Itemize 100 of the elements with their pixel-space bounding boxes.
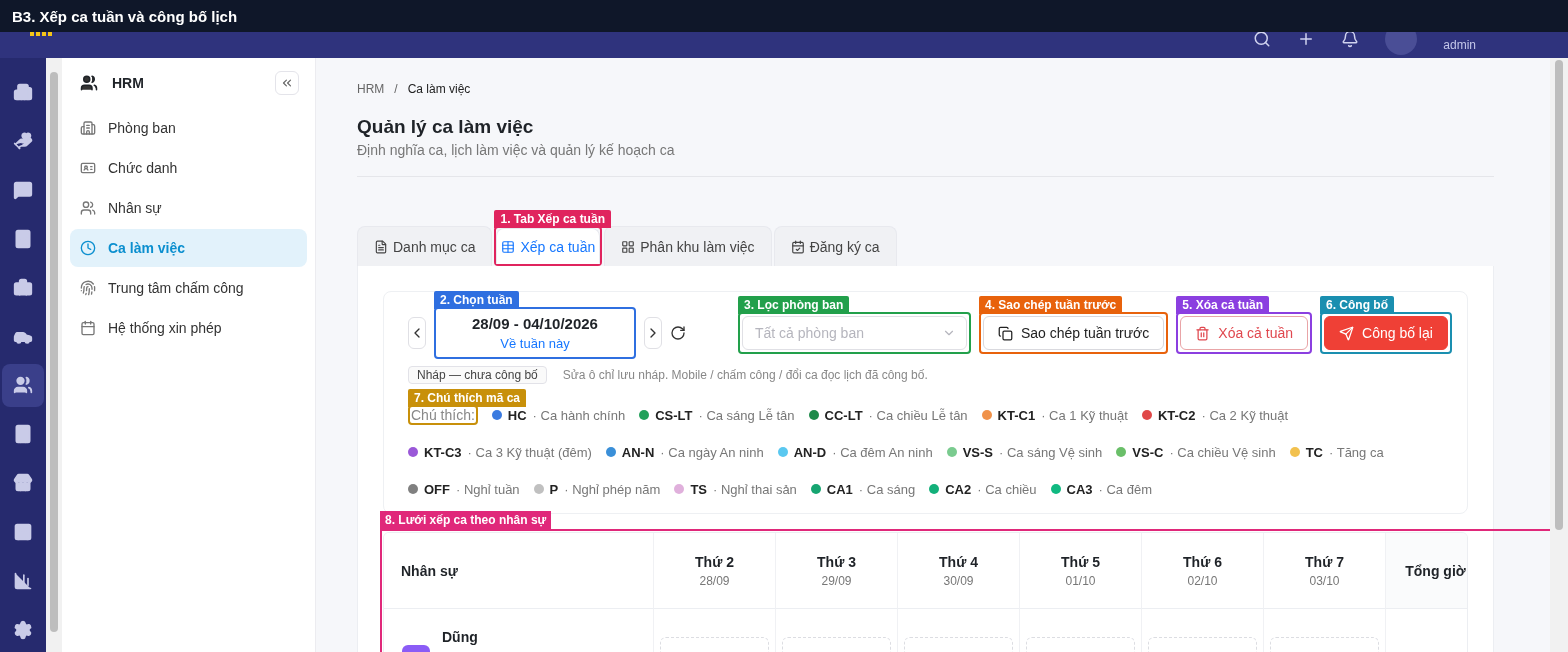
shift-code: CA1 (826, 481, 853, 497)
window-title: B3. Xếp ca tuần và công bố lịch (0, 0, 1568, 32)
tab[interactable]: Phân khu làm việc (604, 226, 772, 266)
shift-name: · Ca chiều Lễ tân (868, 407, 968, 423)
shift-code: VS-C (1132, 444, 1164, 460)
page-title: Quản lý ca làm việc (357, 116, 535, 138)
search-icon (1253, 32, 1272, 48)
annotation-label: 2. Chọn tuần (434, 291, 519, 309)
shift-code: TC (1305, 444, 1323, 460)
day-header: Thứ 7 03/10 (1264, 533, 1386, 609)
users-icon (80, 200, 96, 216)
breadcrumb-separator: / (394, 82, 398, 96)
clock-icon (80, 240, 96, 256)
refresh-icon (670, 325, 686, 341)
calendar-icon (80, 320, 96, 336)
shift-name: · Ca đêm (1098, 481, 1152, 497)
select-placeholder: Tất cả phòng ban (755, 325, 864, 341)
tab[interactable]: Đăng ký ca (773, 226, 897, 266)
page-subtitle: Định nghĩa ca, lịch làm việc và quản lý kế hoạch ca (357, 142, 676, 158)
previous-week-button[interactable] (408, 317, 426, 349)
column-header: Tổng giờ (1386, 533, 1467, 609)
id-card-icon (80, 160, 96, 176)
calendar-check-icon (790, 239, 805, 254)
day-header: Thứ 4 30/09 (898, 533, 1020, 609)
shift-name: · Ca 1 Kỹ thuật (1041, 407, 1128, 423)
shift-name: · Ca 3 Kỹ thuật (đêm) (467, 444, 592, 460)
annotation-label: 4. Sao chép tuần trước (979, 296, 1123, 314)
copy-icon (998, 325, 1013, 341)
sidebar-item[interactable]: Hệ thống xin phép (70, 309, 307, 347)
shift-name: · Ca sáng Vệ sinh (999, 444, 1103, 460)
annotation-label: 1. Tab Xếp ca tuần (494, 210, 611, 228)
shift-name: · Tăng ca (1329, 444, 1384, 460)
bell-icon (1341, 32, 1360, 48)
annotation-label: 3. Lọc phòng ban (738, 296, 850, 314)
table-icon (501, 239, 516, 254)
status-note: Sửa ô chỉ lưu nháp. Mobile / chấm công / đổi ca đọc lịch đã công bố. (562, 368, 928, 382)
clear-button[interactable]: Xóa cả tuần (1180, 316, 1309, 350)
day-header: Thứ 5 01/10 (1020, 533, 1142, 609)
scrollbar-thumb[interactable] (1555, 60, 1563, 530)
day-header: Thứ 6 02/10 (1142, 533, 1264, 609)
shift-name: · Nghỉ thai sản (713, 481, 797, 497)
shift-code: AN-N (621, 444, 655, 460)
double-chevron-left-icon (280, 76, 294, 90)
shift-name: · Ca sáng (858, 481, 916, 497)
this-week-link[interactable]: Về tuần này (500, 336, 570, 351)
shift-name: · Ca đêm An ninh (832, 444, 933, 460)
chat-icon (13, 179, 33, 200)
breadcrumb-item[interactable]: HRM (357, 82, 385, 96)
shift-code: CA2 (945, 481, 972, 497)
publish-button[interactable]: Công bố lại (1324, 316, 1448, 350)
list-icon (374, 239, 388, 254)
annotation-label: 8. Lưới xếp ca theo nhân sự (380, 511, 552, 529)
shift-code: HC (507, 407, 527, 423)
shift-name: · Ca hành chính (532, 407, 626, 423)
day-header: Thứ 3 29/09 (776, 533, 898, 609)
breadcrumb-item[interactable]: Ca làm việc (407, 82, 471, 96)
users-icon (80, 74, 98, 92)
user-role: admin (1443, 38, 1476, 52)
sidebar-item[interactable]: Nhân sự (70, 189, 307, 227)
sidebar-item[interactable]: Chức danh (70, 149, 307, 187)
grid-icon (621, 239, 636, 254)
sidebar-item[interactable]: Phòng ban (70, 109, 307, 147)
shift-name: · Nghỉ tuần (456, 481, 520, 497)
tab[interactable]: Xếp ca tuần (496, 228, 601, 264)
sidebar-title: HRM (112, 75, 145, 91)
shift-code: P (549, 481, 559, 497)
hand-heart-icon (13, 130, 33, 151)
annotation-label: 7. Chú thích mã ca (408, 389, 527, 407)
shift-name: · Ca chiều Vệ sinh (1169, 444, 1276, 460)
status-badge: Nháp — chưa công bố (408, 366, 547, 384)
scrollbar-thumb[interactable] (50, 72, 58, 632)
shift-code: TS (690, 481, 707, 497)
annotation-label: 6. Công bố (1320, 296, 1395, 314)
sidebar-item[interactable]: Trung tâm chấm công (70, 269, 307, 307)
shift-code: OFF (424, 481, 450, 497)
briefcase-icon (13, 277, 33, 298)
tab[interactable]: Danh mục ca (357, 226, 493, 266)
send-icon (1339, 325, 1355, 341)
fingerprint-icon (80, 280, 96, 296)
shift-name: · Ca ngày An ninh (660, 444, 764, 460)
shift-code: AN-D (793, 444, 827, 460)
shift-name: · Ca sáng Lễ tân (698, 407, 795, 423)
legend-label: Chú thích: (411, 407, 475, 423)
settings-icon (13, 620, 33, 641)
shift-code: CA3 (1066, 481, 1093, 497)
next-week-button[interactable] (644, 317, 662, 349)
logo-icon (30, 32, 52, 36)
shift-code: CS-LT (655, 407, 693, 423)
annotation-label: 5. Xóa cả tuần (1176, 296, 1269, 314)
week-picker[interactable]: 28/09 - 04/10/2026 Về tuần này (436, 309, 634, 357)
collapse-button[interactable] (275, 71, 299, 95)
day-header: Thứ 2 28/09 (654, 533, 776, 609)
shift-code: VS-S (962, 444, 993, 460)
shift-name: · Ca chiều (977, 481, 1037, 497)
users-icon (13, 375, 33, 396)
copy-button[interactable]: Sao chép tuần trước (983, 316, 1165, 350)
shift-code: KT-C1 (997, 407, 1036, 423)
shift-code: KT-C2 (1157, 407, 1196, 423)
shift-name: · Ca 2 Kỹ thuật (1201, 407, 1289, 423)
trash-icon (1195, 325, 1211, 341)
